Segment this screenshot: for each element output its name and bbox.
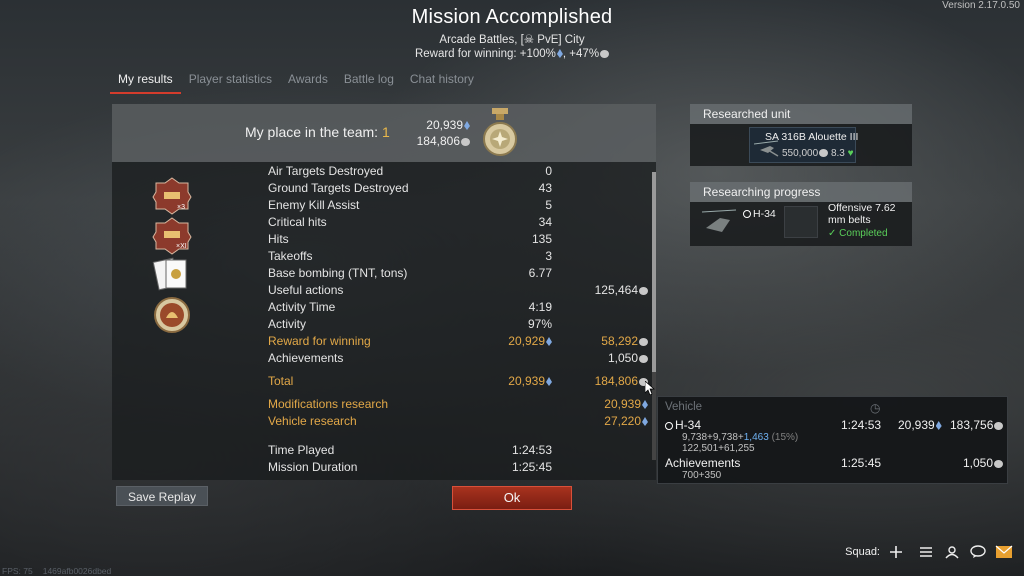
research-points-icon [642, 417, 648, 426]
silver-lions-icon [639, 338, 648, 346]
mission-subtitle: Arcade Battles, [☠ PvE] City [439, 34, 585, 46]
stat-row: Reward for winning 20,929 58,292 [268, 334, 648, 351]
ground-kill-streak-award-icon[interactable]: ×3 [152, 177, 192, 215]
stat-row: Ground Targets Destroyed 43 [268, 181, 552, 195]
tab-battle-log[interactable]: Battle log [336, 68, 402, 94]
research-points-icon [546, 337, 552, 346]
tooltip-achievements-sl: 1,050 [963, 456, 1004, 470]
checkmark-icon: ✓ [828, 228, 840, 239]
stat-row: Takeoffs 3 [268, 249, 552, 263]
researching-status: ✓ Completed [828, 228, 888, 239]
tooltip-header: Vehicle [665, 401, 703, 413]
contacts-icon[interactable] [944, 545, 960, 559]
tooltip-vehicle: H-34 [665, 418, 701, 432]
vehicle-h34-icon [701, 209, 737, 232]
mail-icon[interactable] [995, 545, 1013, 559]
header: Mission Accomplished Arcade Battles, [☠ … [0, 6, 1024, 60]
target-icon [743, 210, 751, 218]
researching-vehicle: H-34 [743, 208, 776, 220]
chat-icon[interactable] [970, 545, 986, 559]
stat-row: Vehicle research 27,220 [268, 414, 648, 431]
fps-counter: FPS: 75 1469afb0026dbed [2, 566, 112, 576]
tooltip-vehicle-sl: 183,756 [950, 418, 1004, 432]
stat-row: Base bombing (TNT, tons) 6.77 [268, 266, 552, 280]
save-replay-button[interactable]: Save Replay [116, 486, 208, 506]
silver-lions-icon [600, 50, 610, 58]
stat-row: Useful actions 125,464 [268, 283, 648, 300]
tooltip-rp-breakdown: 9,738+9,738+1,463 (15%) [682, 432, 799, 443]
tab-player-statistics[interactable]: Player statistics [181, 68, 280, 94]
researching-module-name: Offensive 7.62 mm belts [828, 202, 896, 226]
researching-progress-header: Researching progress [690, 182, 912, 202]
tooltip-vehicle-rp: 20,939 [898, 418, 942, 432]
tooltip-sl-breakdown: 122,501+61,255 [682, 443, 755, 454]
tab-chat-history[interactable]: Chat history [402, 68, 482, 94]
stat-row: Activity 97% [268, 317, 552, 331]
reward-line: Reward for winning: +100% , +47% [0, 48, 1024, 60]
tooltip-achievements-time: 1:25:45 [841, 456, 882, 470]
heart-icon: ♥ [847, 148, 854, 159]
place-sl: 184,806 [400, 134, 470, 148]
stat-row: Time Played 1:24:53 [268, 443, 552, 457]
results-tabs: My results Player statistics Awards Batt… [110, 68, 482, 94]
place-rp: 20,939 [400, 118, 470, 132]
stat-row: Hits 135 [268, 232, 552, 246]
researched-unit-name: SA 316B Alouette III [765, 131, 859, 143]
stat-row: Air Targets Destroyed 0 [268, 164, 552, 178]
researched-unit-header: Researched unit [690, 104, 912, 124]
silver-lions-icon [461, 138, 470, 146]
tooltip-achievements-breakdown: 700+350 [682, 470, 722, 481]
tab-my-results[interactable]: My results [110, 68, 181, 94]
stat-row: Achievements 1,050 [268, 351, 648, 368]
research-points-icon [546, 377, 552, 386]
belt-module-thumbnail[interactable] [784, 206, 818, 238]
research-points-icon [464, 121, 470, 130]
clock-icon: ◷ [870, 401, 881, 415]
reward-suffix: , +47% [562, 48, 600, 60]
vehicle-reward-tooltip: Vehicle ◷ H-34 1:24:53 20,939 183,756 9,… [657, 396, 1008, 484]
tab-awards[interactable]: Awards [280, 68, 336, 94]
list-icon[interactable] [918, 545, 934, 559]
silver-lions-icon [639, 287, 648, 295]
page-title: Mission Accomplished [411, 6, 613, 28]
tooltip-achievements-label: Achievements [665, 456, 741, 470]
stat-row-total: Total 20,939 184,806 [268, 374, 648, 391]
tooltip-vehicle-time: 1:24:53 [841, 418, 882, 432]
team-place-value: 1 [381, 124, 390, 140]
cards-award-icon[interactable] [152, 256, 192, 294]
stat-row: Activity Time 4:19 [268, 300, 552, 314]
ground-multikill-award-icon[interactable]: ×XI [152, 217, 192, 255]
scrollbar-thumb[interactable] [652, 172, 656, 372]
squad-label: Squad: [845, 546, 880, 558]
ok-button[interactable]: Ok [452, 486, 572, 510]
svg-text:×3: ×3 [177, 204, 185, 211]
research-points-icon [642, 400, 648, 409]
researched-unit-stats: 550,000 8.3 ♥ [782, 148, 854, 159]
reward-prefix: Reward for winning: +100% [414, 48, 556, 60]
target-icon [665, 422, 673, 430]
mouse-cursor-icon [645, 381, 655, 395]
stats-scrollbar[interactable] [652, 172, 656, 460]
stat-row: Critical hits 34 [268, 215, 552, 229]
medal-icon [483, 108, 517, 156]
team-place: My place in the team: 1 [245, 124, 390, 140]
stat-row: Modifications research 20,939 [268, 397, 648, 414]
silver-lions-icon [819, 149, 829, 157]
svg-text:×XI: ×XI [176, 243, 187, 250]
bronze-medal-award-icon[interactable] [152, 296, 192, 334]
add-squad-icon[interactable] [888, 545, 904, 559]
silver-lions-icon [639, 355, 648, 363]
stat-row: Enemy Kill Assist 5 [268, 198, 552, 212]
session-id: 1469afb0026dbed [42, 566, 112, 576]
stat-row: Mission Duration 1:25:45 [268, 460, 552, 474]
